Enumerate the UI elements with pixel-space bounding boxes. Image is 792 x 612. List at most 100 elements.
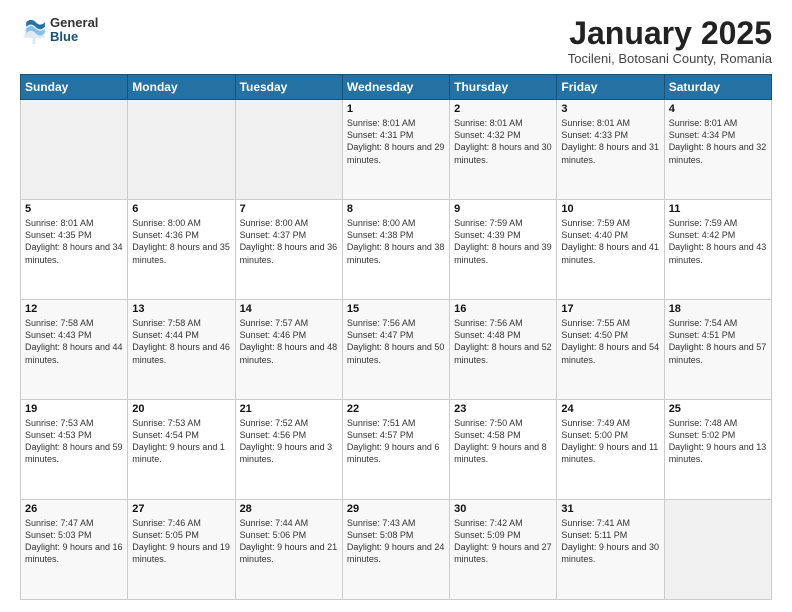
calendar-cell: 8Sunrise: 8:00 AMSunset: 4:38 PMDaylight…: [342, 200, 449, 300]
day-number: 27: [132, 503, 230, 515]
day-info: Sunrise: 7:53 AMSunset: 4:53 PMDaylight:…: [25, 417, 123, 466]
header: General Blue January 2025 Tocileni, Boto…: [20, 16, 772, 66]
calendar-cell: 18 Sunrise: 7:54 AMSunset: 4:51 PMDayligh…: [664, 300, 771, 400]
calendar-cell: 1 Sunrise: 8:01 AMSunset: 4:31 PMDaylight…: [342, 100, 449, 200]
calendar-cell: 4 Sunrise: 8:01 AMSunset: 4:34 PMDaylight…: [664, 100, 771, 200]
day-number: 1: [347, 103, 445, 115]
calendar-cell: 23 Sunrise: 7:50 AMSunset: 4:58 PMDayligh…: [450, 400, 557, 500]
calendar-cell: 31Sunrise: 7:41 AMSunset: 5:11 PMDayligh…: [557, 500, 664, 600]
calendar-cell: 25 Sunrise: 7:48 AMSunset: 5:02 PMDayligh…: [664, 400, 771, 500]
weekday-header-row: SundayMondayTuesdayWednesdayThursdayFrid…: [21, 75, 772, 100]
calendar-cell: 28 Sunrise: 7:44 AMSunset: 5:06 PMDayligh…: [235, 500, 342, 600]
day-number: 24: [561, 403, 659, 415]
calendar-cell: 13 Sunrise: 7:58 AMSunset: 4:44 PMDayligh…: [128, 300, 235, 400]
weekday-header-monday: Monday: [128, 75, 235, 100]
day-number: 15: [347, 303, 445, 315]
day-number: 3: [561, 103, 659, 115]
day-info: Sunrise: 7:47 AMSunset: 5:03 PMDaylight:…: [25, 517, 123, 566]
calendar-cell: 9 Sunrise: 7:59 AMSunset: 4:39 PMDaylight…: [450, 200, 557, 300]
day-number: 21: [240, 403, 338, 415]
day-info: Sunrise: 7:53 AMSunset: 4:54 PMDaylight:…: [132, 417, 230, 466]
day-info: Sunrise: 7:58 AMSunset: 4:44 PMDaylight:…: [132, 317, 230, 366]
day-info: Sunrise: 7:52 AMSunset: 4:56 PMDaylight:…: [240, 417, 338, 466]
day-number: 2: [454, 103, 552, 115]
day-info: Sunrise: 7:49 AMSunset: 5:00 PMDaylight:…: [561, 417, 659, 466]
calendar-cell: [128, 100, 235, 200]
logo: General Blue: [20, 16, 98, 45]
week-row-5: 26 Sunrise: 7:47 AMSunset: 5:03 PMDayligh…: [21, 500, 772, 600]
calendar-cell: 14 Sunrise: 7:57 AMSunset: 4:46 PMDayligh…: [235, 300, 342, 400]
day-info: Sunrise: 7:59 AMSunset: 4:42 PMDaylight:…: [669, 217, 767, 266]
calendar-cell: 17Sunrise: 7:55 AMSunset: 4:50 PMDayligh…: [557, 300, 664, 400]
calendar-cell: 21 Sunrise: 7:52 AMSunset: 4:56 PMDayligh…: [235, 400, 342, 500]
day-number: 23: [454, 403, 552, 415]
weekday-header-sunday: Sunday: [21, 75, 128, 100]
weekday-header-saturday: Saturday: [664, 75, 771, 100]
day-number: 18: [669, 303, 767, 315]
day-number: 7: [240, 203, 338, 215]
day-number: 25: [669, 403, 767, 415]
calendar-cell: 27 Sunrise: 7:46 AMSunset: 5:05 PMDayligh…: [128, 500, 235, 600]
day-info: Sunrise: 7:44 AMSunset: 5:06 PMDaylight:…: [240, 517, 338, 566]
day-info: Sunrise: 7:56 AMSunset: 4:47 PMDaylight:…: [347, 317, 445, 366]
page: General Blue January 2025 Tocileni, Boto…: [0, 0, 792, 612]
calendar-cell: 11Sunrise: 7:59 AMSunset: 4:42 PMDayligh…: [664, 200, 771, 300]
calendar-cell: 24 Sunrise: 7:49 AMSunset: 5:00 PMDayligh…: [557, 400, 664, 500]
day-info: Sunrise: 7:51 AMSunset: 4:57 PMDaylight:…: [347, 417, 445, 466]
calendar-cell: [235, 100, 342, 200]
day-info: Sunrise: 8:00 AMSunset: 4:37 PMDaylight:…: [240, 217, 338, 266]
day-number: 9: [454, 203, 552, 215]
day-number: 17: [561, 303, 659, 315]
day-number: 28: [240, 503, 338, 515]
calendar-cell: 3Sunrise: 8:01 AMSunset: 4:33 PMDaylight…: [557, 100, 664, 200]
day-number: 30: [454, 503, 552, 515]
day-number: 10: [561, 203, 659, 215]
logo-blue: Blue: [50, 30, 98, 44]
day-number: 4: [669, 103, 767, 115]
weekday-header-wednesday: Wednesday: [342, 75, 449, 100]
day-info: Sunrise: 7:42 AMSunset: 5:09 PMDaylight:…: [454, 517, 552, 566]
calendar-cell: 6 Sunrise: 8:00 AMSunset: 4:36 PMDaylight…: [128, 200, 235, 300]
day-info: Sunrise: 8:01 AMSunset: 4:34 PMDaylight:…: [669, 117, 767, 166]
calendar-cell: 5 Sunrise: 8:01 AMSunset: 4:35 PMDaylight…: [21, 200, 128, 300]
calendar-cell: 22Sunrise: 7:51 AMSunset: 4:57 PMDayligh…: [342, 400, 449, 500]
day-info: Sunrise: 7:59 AMSunset: 4:39 PMDaylight:…: [454, 217, 552, 266]
week-row-1: 1 Sunrise: 8:01 AMSunset: 4:31 PMDaylight…: [21, 100, 772, 200]
day-info: Sunrise: 8:01 AMSunset: 4:31 PMDaylight:…: [347, 117, 445, 166]
calendar-cell: 7 Sunrise: 8:00 AMSunset: 4:37 PMDaylight…: [235, 200, 342, 300]
calendar-cell: [664, 500, 771, 600]
day-number: 8: [347, 203, 445, 215]
day-info: Sunrise: 7:48 AMSunset: 5:02 PMDaylight:…: [669, 417, 767, 466]
calendar-cell: 15 Sunrise: 7:56 AMSunset: 4:47 PMDayligh…: [342, 300, 449, 400]
calendar-cell: 26 Sunrise: 7:47 AMSunset: 5:03 PMDayligh…: [21, 500, 128, 600]
day-number: 6: [132, 203, 230, 215]
day-number: 31: [561, 503, 659, 515]
calendar-cell: 12Sunrise: 7:58 AMSunset: 4:43 PMDayligh…: [21, 300, 128, 400]
day-info: Sunrise: 7:57 AMSunset: 4:46 PMDaylight:…: [240, 317, 338, 366]
calendar-cell: 19 Sunrise: 7:53 AMSunset: 4:53 PMDayligh…: [21, 400, 128, 500]
weekday-header-tuesday: Tuesday: [235, 75, 342, 100]
week-row-2: 5 Sunrise: 8:01 AMSunset: 4:35 PMDaylight…: [21, 200, 772, 300]
calendar-table: SundayMondayTuesdayWednesdayThursdayFrid…: [20, 74, 772, 600]
calendar-cell: 10 Sunrise: 7:59 AMSunset: 4:40 PMDayligh…: [557, 200, 664, 300]
month-title: January 2025: [568, 16, 772, 51]
day-info: Sunrise: 7:43 AMSunset: 5:08 PMDaylight:…: [347, 517, 445, 566]
day-number: 13: [132, 303, 230, 315]
day-info: Sunrise: 8:01 AMSunset: 4:35 PMDaylight:…: [25, 217, 123, 266]
day-info: Sunrise: 8:00 AMSunset: 4:36 PMDaylight:…: [132, 217, 230, 266]
calendar-cell: 2 Sunrise: 8:01 AMSunset: 4:32 PMDaylight…: [450, 100, 557, 200]
calendar-cell: [21, 100, 128, 200]
day-number: 26: [25, 503, 123, 515]
day-number: 5: [25, 203, 123, 215]
day-number: 14: [240, 303, 338, 315]
week-row-3: 12Sunrise: 7:58 AMSunset: 4:43 PMDayligh…: [21, 300, 772, 400]
day-info: Sunrise: 7:50 AMSunset: 4:58 PMDaylight:…: [454, 417, 552, 466]
day-info: Sunrise: 7:46 AMSunset: 5:05 PMDaylight:…: [132, 517, 230, 566]
day-number: 19: [25, 403, 123, 415]
location-subtitle: Tocileni, Botosani County, Romania: [568, 51, 772, 66]
day-info: Sunrise: 8:01 AMSunset: 4:32 PMDaylight:…: [454, 117, 552, 166]
day-info: Sunrise: 7:54 AMSunset: 4:51 PMDaylight:…: [669, 317, 767, 366]
day-info: Sunrise: 7:59 AMSunset: 4:40 PMDaylight:…: [561, 217, 659, 266]
day-number: 29: [347, 503, 445, 515]
calendar-cell: 16Sunrise: 7:56 AMSunset: 4:48 PMDayligh…: [450, 300, 557, 400]
